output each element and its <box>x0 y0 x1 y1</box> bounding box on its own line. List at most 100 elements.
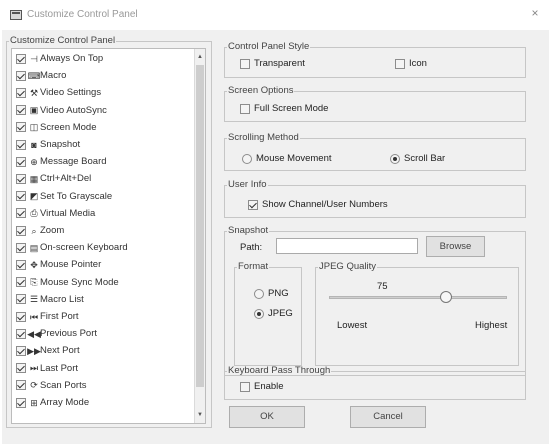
window-title: Customize Control Panel <box>27 9 138 20</box>
list-item[interactable]: ⚒ Video Settings <box>12 84 192 101</box>
virtual-media-icon: ⎙ <box>30 208 38 219</box>
transparent-label: Transparent <box>254 58 305 69</box>
path-input[interactable] <box>276 238 418 254</box>
list-item-label: Zoom <box>40 225 65 236</box>
list-item-label: Mouse Sync Mode <box>40 276 119 288</box>
close-icon[interactable]: × <box>527 5 543 21</box>
jpeg-label: JPEG <box>268 308 293 319</box>
screen-options-legend: Screen Options <box>228 85 294 96</box>
mouse-movement-label: Mouse Movement <box>256 153 332 164</box>
list-item[interactable]: ◩ Set To Grayscale <box>12 188 192 205</box>
list-item-checkbox[interactable] <box>16 191 26 202</box>
scroll-down-icon[interactable]: ▼ <box>195 409 205 421</box>
icon-checkbox[interactable] <box>395 58 405 69</box>
ok-button[interactable]: OK <box>229 406 305 428</box>
png-option[interactable]: PNG <box>254 288 289 299</box>
mouse-movement-radio[interactable] <box>242 153 252 164</box>
list-item[interactable]: ⊞ Array Mode <box>12 394 192 411</box>
list-item[interactable]: ⎘ Mouse Sync Mode <box>12 274 192 291</box>
list-item[interactable]: ⌨ Macro <box>12 67 192 84</box>
scroll-up-icon[interactable]: ▲ <box>195 51 205 63</box>
png-label: PNG <box>268 288 289 299</box>
list-item-label: Virtual Media <box>40 207 96 219</box>
list-item-checkbox[interactable] <box>16 328 26 339</box>
list-item-label: Mouse Pointer <box>40 259 102 271</box>
list-item-checkbox[interactable] <box>16 53 26 64</box>
list-item-label: Snapshot <box>40 139 81 150</box>
scroll-bar-option[interactable]: Scroll Bar <box>390 153 445 164</box>
list-item[interactable]: ▤ On-screen Keyboard <box>12 239 192 256</box>
list-item[interactable]: ▶▶ Next Port <box>12 342 192 359</box>
list-item-label: Always On Top <box>40 53 104 64</box>
show-channel-user-option[interactable]: Show Channel/User Numbers <box>248 199 388 210</box>
jpeg-radio[interactable] <box>254 308 264 319</box>
list-item-checkbox[interactable] <box>16 173 26 184</box>
list-item[interactable]: ◫ Screen Mode <box>12 119 192 136</box>
list-item-checkbox[interactable] <box>16 105 26 116</box>
scroll-bar-label: Scroll Bar <box>404 153 446 164</box>
list-item-checkbox[interactable] <box>16 156 26 167</box>
list-item-label: Message Board <box>40 156 107 168</box>
scroll-bar-radio[interactable] <box>390 153 400 164</box>
list-item[interactable]: ☰ Macro List <box>12 291 192 308</box>
scroll-thumb[interactable] <box>196 65 204 387</box>
icon-label: Icon <box>409 58 427 69</box>
list-item[interactable]: ⎙ Virtual Media <box>12 205 192 222</box>
jpeg-quality-slider-track[interactable] <box>329 296 507 299</box>
full-screen-option[interactable]: Full Screen Mode <box>240 103 328 114</box>
list-item[interactable]: ✥ Mouse Pointer <box>12 256 192 273</box>
list-item-checkbox[interactable] <box>16 380 26 391</box>
customize-control-panel-legend: Customize Control Panel <box>10 35 116 46</box>
list-item[interactable]: ▦ Ctrl+Alt+Del <box>12 170 192 187</box>
list-item-label: Scan Ports <box>40 379 87 391</box>
list-item-label: Array Mode <box>40 397 90 408</box>
list-item-checkbox[interactable] <box>16 294 26 305</box>
full-screen-checkbox[interactable] <box>240 103 250 114</box>
transparent-checkbox[interactable] <box>240 58 250 69</box>
wrench-icon: ⚒ <box>29 87 39 98</box>
list-item[interactable]: ⏮ First Port <box>12 308 192 325</box>
png-radio[interactable] <box>254 288 264 299</box>
list-item-label: First Port <box>40 311 79 322</box>
icon-option[interactable]: Icon <box>395 58 427 69</box>
list-item-checkbox[interactable] <box>16 277 26 288</box>
control-panel-items-list[interactable]: ⊣ Always On Top ⌨ Macro ⚒ Video Settings ▣ Vide… <box>11 48 206 424</box>
keyboard-pass-through-legend: Keyboard Pass Through <box>228 365 331 376</box>
list-item-checkbox[interactable] <box>16 208 26 219</box>
list-item-label: Macro List <box>40 293 84 305</box>
mouse-sync-icon: ⎘ <box>30 277 38 288</box>
snapshot-legend: Snapshot <box>228 225 269 236</box>
message-board-icon: ⊕ <box>30 156 38 167</box>
list-item[interactable]: ⊕ Message Board <box>12 153 192 170</box>
list-item[interactable]: ⏭ Last Port <box>12 360 192 377</box>
list-item-checkbox[interactable] <box>16 345 26 356</box>
list-item-checkbox[interactable] <box>16 259 26 270</box>
list-item-checkbox[interactable] <box>16 311 26 322</box>
enable-option[interactable]: Enable <box>240 381 284 392</box>
enable-checkbox[interactable] <box>240 381 250 392</box>
list-item-checkbox[interactable] <box>16 225 26 236</box>
list-item-checkbox[interactable] <box>16 87 26 98</box>
list-item[interactable]: ⊣ Always On Top <box>12 50 192 67</box>
mouse-movement-option[interactable]: Mouse Movement <box>242 153 332 164</box>
list-item-label: Previous Port <box>40 328 98 340</box>
list-item-checkbox[interactable] <box>16 242 26 253</box>
list-item[interactable]: ◀◀ Previous Port <box>12 325 192 342</box>
list-item-checkbox[interactable] <box>16 363 26 374</box>
jpeg-option[interactable]: JPEG <box>254 308 293 319</box>
list-item-checkbox[interactable] <box>16 70 26 81</box>
transparent-option[interactable]: Transparent <box>240 58 305 69</box>
list-item[interactable]: ▣ Video AutoSync <box>12 102 192 119</box>
show-channel-user-checkbox[interactable] <box>248 199 258 210</box>
list-scrollbar[interactable]: ▲ ▼ <box>194 49 205 423</box>
list-item-label: Macro <box>40 70 67 82</box>
list-item-checkbox[interactable] <box>16 397 26 408</box>
list-item[interactable]: ⌕ Zoom <box>12 222 192 239</box>
list-item[interactable]: ◙ Snapshot <box>12 136 192 153</box>
browse-button[interactable]: Browse <box>426 236 485 257</box>
list-item-checkbox[interactable] <box>16 139 26 150</box>
list-item-checkbox[interactable] <box>16 122 26 133</box>
cancel-button[interactable]: Cancel <box>350 406 426 428</box>
onscreen-keyboard-icon: ▤ <box>29 242 39 253</box>
list-item[interactable]: ⟳ Scan Ports <box>12 377 192 394</box>
